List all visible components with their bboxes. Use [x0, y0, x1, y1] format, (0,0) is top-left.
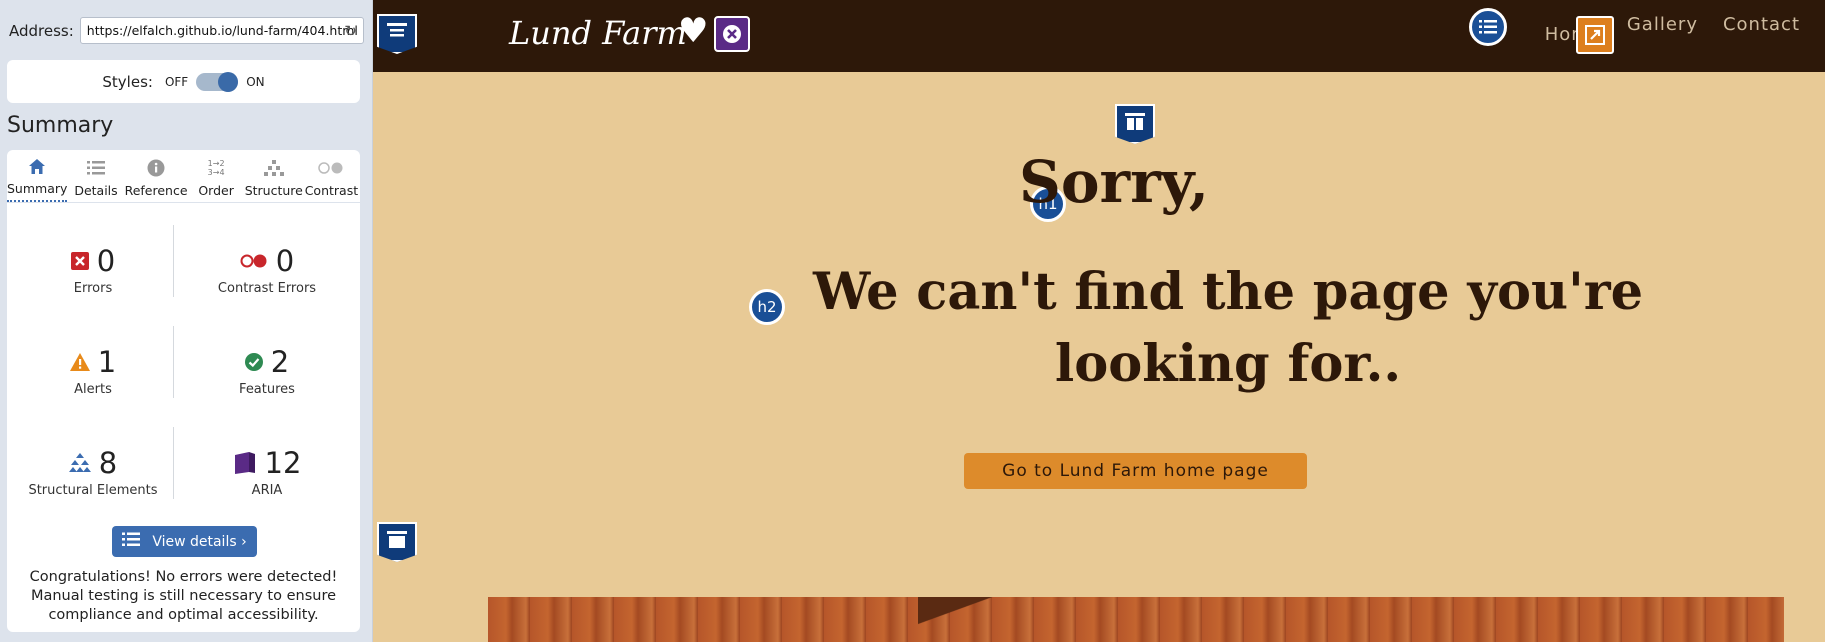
- divider: [173, 225, 174, 297]
- contrast-icon: [318, 157, 344, 179]
- stat-errors[interactable]: 0 Errors: [13, 243, 173, 296]
- structural-count: 8: [98, 446, 118, 480]
- redundant-link-alert-icon[interactable]: [1576, 16, 1614, 54]
- toggle-knob: [218, 71, 239, 92]
- structural-label: Structural Elements: [28, 483, 158, 498]
- errors-label: Errors: [73, 281, 113, 296]
- list-icon: [87, 157, 105, 179]
- stat-contrast-errors[interactable]: 0 Contrast Errors: [187, 243, 347, 296]
- tab-summary[interactable]: Summary: [7, 150, 68, 202]
- aria-icon: [233, 451, 257, 475]
- home-icon: [28, 155, 46, 177]
- aria-label: ARIA: [251, 483, 283, 498]
- stat-structural-elements[interactable]: 8 Structural Elements: [13, 445, 173, 498]
- styles-toggle-card: Styles: OFF ON: [7, 60, 360, 103]
- address-value: https://elfalch.github.io/lund-farm/404.…: [86, 23, 358, 38]
- order-icon: 1→2 3→4: [207, 159, 225, 177]
- reload-icon[interactable]: ↻: [344, 22, 357, 40]
- congrats-message: Congratulations! No errors were detected…: [29, 569, 338, 623]
- tab-details[interactable]: Details: [67, 150, 124, 202]
- toggle-on-label: ON: [246, 74, 265, 89]
- stat-aria[interactable]: 12 ARIA: [187, 445, 347, 498]
- tab-label: Summary: [7, 181, 68, 196]
- tab-label: Structure: [244, 183, 303, 198]
- tab-label: Order: [198, 183, 234, 198]
- view-details-label: View details ›: [152, 533, 247, 550]
- aria-icon[interactable]: [714, 16, 750, 52]
- page-heading-h2: We can't find the page you're looking fo…: [812, 262, 1644, 394]
- tab-label: Details: [74, 183, 118, 198]
- address-row: Address: https://elfalch.github.io/lund-…: [9, 17, 364, 44]
- list-icon: [122, 532, 141, 551]
- errors-count: 0: [96, 244, 116, 278]
- tab-reference[interactable]: Reference: [125, 150, 188, 202]
- list-icon[interactable]: [1469, 8, 1507, 46]
- landmark-main-icon[interactable]: [1115, 104, 1155, 144]
- view-details-button[interactable]: View details ›: [112, 526, 257, 557]
- stat-alerts[interactable]: 1 Alerts: [13, 344, 173, 397]
- brand-logo[interactable]: Lund Farm: [509, 14, 687, 52]
- styles-label: Styles:: [102, 72, 153, 91]
- tab-structure[interactable]: Structure: [245, 150, 303, 202]
- wave-tabs: Summary Details Reference 1→2 3→4 Order S…: [7, 150, 360, 202]
- contrast-errors-label: Contrast Errors: [217, 281, 317, 296]
- site-viewport: Lund Farm ♥ Home Gallery Contact h1 h2 S…: [373, 0, 1825, 642]
- contrast-error-icon: [240, 254, 268, 268]
- structure-icon: [263, 157, 284, 179]
- summary-title: Summary: [7, 113, 114, 138]
- address-input[interactable]: https://elfalch.github.io/lund-farm/404.…: [79, 17, 364, 44]
- stat-features[interactable]: 2 Features: [187, 344, 347, 397]
- page-heading-h1: Sorry,: [1018, 148, 1210, 216]
- aria-count: 12: [264, 446, 302, 480]
- tab-label: Contrast: [304, 183, 359, 198]
- info-icon: [147, 157, 165, 179]
- address-label: Address:: [9, 21, 74, 40]
- nav-gallery[interactable]: Gallery: [1627, 14, 1698, 45]
- go-home-button[interactable]: Go to Lund Farm home page: [964, 453, 1307, 489]
- error-icon: [70, 252, 89, 270]
- alerts-label: Alerts: [74, 382, 112, 397]
- features-label: Features: [239, 382, 295, 397]
- summary-panel: 0 Errors 0 Contrast Errors 1 Alerts 2 Fe…: [7, 203, 360, 632]
- alerts-count: 1: [97, 345, 117, 379]
- landmark-footer-icon[interactable]: [377, 522, 417, 562]
- tab-contrast[interactable]: Contrast: [303, 150, 360, 202]
- barn-beam: [918, 597, 1038, 642]
- features-count: 2: [270, 345, 290, 379]
- divider: [173, 326, 174, 398]
- structure-icon: [68, 453, 91, 473]
- barn-image: [488, 597, 1784, 642]
- styles-toggle[interactable]: [196, 71, 239, 92]
- tab-order[interactable]: 1→2 3→4 Order: [188, 150, 245, 202]
- heart-icon: ♥: [678, 11, 709, 51]
- alert-icon: [69, 353, 90, 371]
- toggle-off-label: OFF: [164, 74, 189, 89]
- tab-label: Reference: [124, 183, 188, 198]
- feature-check-icon: [244, 353, 263, 371]
- contrast-errors-count: 0: [275, 244, 295, 278]
- wave-sidebar: Address: https://elfalch.github.io/lund-…: [0, 0, 373, 642]
- nav-contact[interactable]: Contact: [1723, 14, 1800, 45]
- divider: [173, 427, 174, 499]
- landmark-header-icon[interactable]: [377, 14, 417, 54]
